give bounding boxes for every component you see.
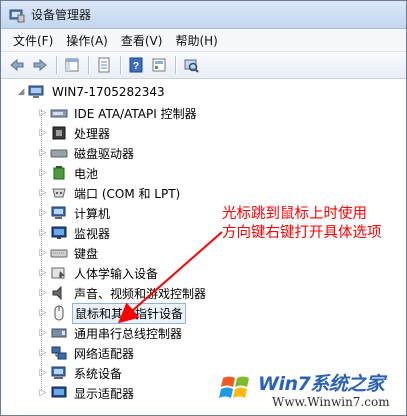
menu-view[interactable]: 查看(V) (121, 32, 163, 49)
display-adapter-icon (50, 385, 68, 401)
tree-item-label: 计算机 (74, 206, 111, 221)
update-driver-icon[interactable] (149, 55, 169, 75)
toolbar: ? (1, 52, 406, 79)
tree-item-label: 处理器 (74, 126, 111, 141)
expand-arrow-icon[interactable]: ▷ (38, 328, 48, 338)
tree-item-label: IDE ATA/ATAPI 控制器 (74, 106, 197, 121)
scan-hardware-icon[interactable] (181, 55, 201, 75)
toolbar-separator (56, 56, 57, 74)
tree-root-label: WIN7-1705282343 (52, 85, 165, 99)
expand-arrow-icon[interactable]: ▷ (38, 348, 48, 358)
expand-arrow-icon[interactable]: ▷ (38, 288, 48, 298)
tree-item-label: 通用串行总线控制器 (74, 326, 183, 341)
tree-item-label: 显示适配器 (74, 386, 135, 401)
battery-icon (50, 165, 68, 181)
ide-controller-icon (50, 105, 68, 121)
watermark-url: Www.Winwin7.com (272, 395, 390, 409)
computer-icon (50, 205, 68, 221)
tree-item-system-device[interactable]: ▷ 系统设备 (38, 363, 124, 383)
tree-item-label: 电池 (74, 166, 99, 181)
tree-item-label: 键盘 (74, 246, 99, 261)
expand-arrow-icon[interactable]: ▷ (38, 228, 48, 238)
annotation-line-2: 方向键右键打开具体选项 (222, 225, 382, 241)
annotation-line-1: 光标跳到鼠标上时使用 (222, 206, 367, 222)
back-arrow-icon[interactable] (7, 55, 27, 75)
expand-arrow-icon[interactable]: ▷ (38, 308, 48, 318)
windows-logo-icon (215, 367, 257, 409)
help-icon[interactable]: ? (126, 55, 146, 75)
computer-root-icon (28, 84, 46, 100)
disk-drive-icon (50, 145, 68, 161)
menu-file[interactable]: 文件(F) (13, 32, 53, 49)
expand-arrow-icon[interactable]: ▷ (38, 208, 48, 218)
toolbar-separator (120, 56, 121, 74)
watermark-brand: Win7系统之家 (258, 373, 385, 395)
title-bar[interactable]: 设备管理器 (1, 1, 406, 29)
tree-item-label: 人体学输入设备 (74, 266, 159, 281)
menu-help[interactable]: 帮助(H) (175, 32, 217, 49)
expand-arrow-icon[interactable]: ▷ (38, 168, 48, 178)
collapse-arrow-icon[interactable]: ◢ (16, 87, 26, 97)
tree-item-label: 监视器 (74, 226, 111, 241)
expand-arrow-icon[interactable]: ▷ (38, 188, 48, 198)
menu-bar: 文件(F) 操作(A) 查看(V) 帮助(H) (1, 29, 406, 52)
tree-item-usb[interactable]: ▷ 通用串行总线控制器 (38, 323, 184, 343)
tree-item-hid[interactable]: ▷ 人体学输入设备 (38, 263, 160, 283)
expand-arrow-icon[interactable]: ▷ (38, 108, 48, 118)
tree-item-label: 端口 (COM 和 LPT) (74, 186, 181, 201)
svg-text:?: ? (133, 61, 139, 72)
expand-arrow-icon[interactable]: ▷ (38, 248, 48, 258)
device-manager-icon (9, 7, 25, 23)
tree-item-display-adapter[interactable]: ▷ 显示适配器 (38, 383, 136, 403)
tree-item-sound[interactable]: ▷ 声音、视频和游戏控制器 (38, 283, 208, 303)
keyboard-icon (50, 245, 68, 261)
tree-item-port[interactable]: ▷ 端口 (COM 和 LPT) (38, 183, 182, 203)
tree-item-label: 网络适配器 (74, 346, 135, 361)
port-icon (50, 185, 68, 201)
expand-arrow-icon[interactable]: ▷ (38, 148, 48, 158)
tree-item-network[interactable]: ▷ 网络适配器 (38, 343, 136, 363)
console-tree-icon[interactable] (62, 55, 82, 75)
forward-arrow-icon[interactable] (30, 55, 50, 75)
tree-item-mouse[interactable]: ▷ 鼠标和其他指针设备 (38, 302, 187, 324)
monitor-icon (50, 225, 68, 241)
network-adapter-icon (50, 345, 68, 361)
toolbar-separator (88, 56, 89, 74)
tree-item-label: 鼠标和其他指针设备 (72, 302, 187, 324)
tree-item-battery[interactable]: ▷ 电池 (38, 163, 100, 183)
tree-item-disk-drive[interactable]: ▷ 磁盘驱动器 (38, 143, 136, 163)
annotation-text: 光标跳到鼠标上时使用 方向键右键打开具体选项 (222, 205, 402, 243)
mouse-icon (50, 305, 68, 321)
sound-icon (50, 285, 68, 301)
toolbar-separator (175, 56, 176, 74)
tree-item-label: 声音、视频和游戏控制器 (74, 286, 207, 301)
expand-arrow-icon[interactable]: ▷ (38, 368, 48, 378)
tree-item-monitor[interactable]: ▷ 监视器 (38, 223, 112, 243)
window-title: 设备管理器 (31, 8, 92, 22)
tree-item-label: 磁盘驱动器 (74, 146, 135, 161)
tree-item-processor[interactable]: ▷ 处理器 (38, 123, 112, 143)
system-device-icon (50, 365, 68, 381)
menu-action[interactable]: 操作(A) (66, 32, 108, 49)
tree-item-keyboard[interactable]: ▷ 键盘 (38, 243, 100, 263)
tree-item-label: 系统设备 (74, 366, 123, 381)
tree-item-computer[interactable]: ▷ 计算机 (38, 203, 112, 223)
expand-arrow-icon[interactable]: ▷ (38, 268, 48, 278)
watermark: Win7系统之家 Www.Winwin7.com (210, 362, 405, 414)
usb-icon (50, 325, 68, 341)
properties-icon[interactable] (94, 55, 114, 75)
hid-icon (50, 265, 68, 281)
processor-icon (50, 125, 68, 141)
expand-arrow-icon[interactable]: ▷ (38, 388, 48, 398)
expand-arrow-icon[interactable]: ▷ (38, 128, 48, 138)
tree-item-ide[interactable]: ▷ IDE ATA/ATAPI 控制器 (38, 103, 199, 123)
tree-root[interactable]: ◢ WIN7-1705282343 (16, 82, 167, 102)
